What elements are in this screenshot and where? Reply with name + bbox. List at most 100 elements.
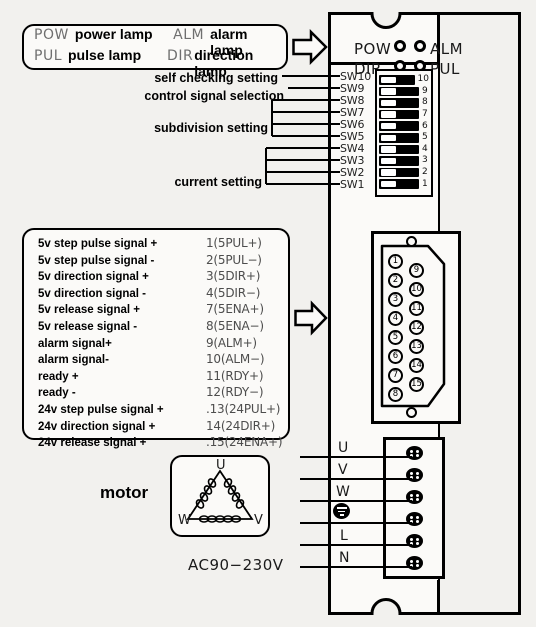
dip-number: 6: [422, 120, 428, 131]
dip-name-sw3: SW3: [340, 154, 365, 167]
dip-name-sw8: SW8: [340, 94, 365, 107]
signal-row: 24v step pulse signal + .13(24PUL+): [38, 402, 288, 419]
terminal-label-u: U: [338, 440, 349, 456]
dip-name-sw9: SW9: [340, 82, 365, 95]
signal-pin: 11(RDY+): [206, 368, 264, 383]
led-label-pow: POW: [354, 40, 392, 58]
connector-pin-10: 10: [409, 282, 424, 297]
dip-number: 10: [417, 74, 429, 85]
signal-pin: 1(5PUL+): [206, 236, 262, 250]
signal-row: 5v direction signal - 4(5DIR−): [38, 286, 288, 303]
led-pow: [394, 40, 406, 52]
dip-slider[interactable]: [379, 133, 419, 143]
connector-pin-6: 6: [388, 349, 403, 364]
signal-pin: 14(24DIR+): [206, 418, 276, 433]
dip-slider[interactable]: [379, 167, 419, 178]
signal-row: ready - 12(RDY−): [38, 385, 288, 402]
signal-name: 24v step pulse signal +: [38, 403, 164, 416]
connector-pin-8: 8: [388, 387, 403, 402]
terminal-label-v: V: [338, 462, 348, 478]
signal-pin: 7(5ENA+): [206, 302, 264, 317]
dip-number: 9: [422, 85, 428, 96]
legend-name: power lamp: [74, 26, 153, 42]
motor-node-w: W: [178, 513, 191, 528]
dip-slider[interactable]: [379, 109, 419, 120]
motor-node-v: V: [254, 513, 263, 528]
signal-pin: .15(24ENA+): [206, 435, 283, 450]
signal-name: ready +: [38, 370, 79, 383]
signal-name: 5v step pulse signal -: [38, 254, 155, 267]
signal-name: alarm signal-: [38, 354, 109, 367]
dip-slider[interactable]: [379, 121, 419, 131]
dip-switch-names: SW10 SW9 SW8 SW7 SW6 SW5 SW4 SW3 SW2 SW1: [340, 70, 374, 196]
db15-connector[interactable]: 1 2 3 4 5 6 7 8 9 10 11 12 13 14 15: [371, 231, 461, 424]
dip-number: 8: [422, 97, 428, 108]
signal-row: 5v release signal + 7(5ENA+): [38, 302, 288, 319]
dip-number: 1: [422, 178, 428, 189]
dip-switch-3[interactable]: 3: [379, 155, 429, 167]
dip-switch-9[interactable]: 9: [379, 86, 429, 98]
legend-to-panel-arrow-icon: [292, 28, 330, 66]
terminal-wiring: U V W L N: [300, 437, 445, 579]
callout-self-checking: self checking setting: [154, 71, 278, 85]
connector-pin-12: 12: [409, 320, 424, 335]
dip-slider[interactable]: [379, 98, 419, 108]
signal-pin: 8(5ENA−): [206, 318, 264, 333]
dip-slider[interactable]: [379, 86, 419, 97]
dip-switch-7[interactable]: 7: [379, 109, 429, 121]
signal-pin: 10(ALM−): [206, 352, 265, 367]
legend-abbr: PUL: [34, 48, 62, 64]
bottom-mounting-tab: [328, 578, 440, 615]
dip-switch-8[interactable]: 8: [379, 97, 429, 109]
dip-switch-4[interactable]: 4: [379, 144, 429, 156]
legend-name: pulse lamp: [68, 47, 142, 63]
signal-row: alarm signal- 10(ALM−): [38, 352, 288, 369]
signal-name: 24v direction signal +: [38, 420, 156, 433]
terminal-label-w: W: [336, 484, 350, 500]
ground-symbol-icon: [333, 503, 350, 519]
dip-switch-6[interactable]: 6: [379, 120, 429, 132]
dip-slider[interactable]: [379, 144, 419, 155]
connector-pin-15: 15: [409, 377, 424, 392]
dip-switch-bank[interactable]: 10 9 8 7 6 5 4 3 2 1: [375, 69, 433, 197]
signal-row: 5v step pulse signal + 1(5PUL+): [38, 236, 288, 253]
dip-slider[interactable]: [379, 75, 415, 85]
dip-name-sw2: SW2: [340, 166, 365, 179]
legend-row-1: POW power lamp ALM alarm lamp: [34, 26, 276, 58]
signal-row: 24v direction signal + 14(24DIR+): [38, 419, 288, 436]
signal-pin: 12(RDY−): [206, 385, 264, 400]
dip-switch-2[interactable]: 2: [379, 167, 429, 179]
connector-pin-13: 13: [409, 339, 424, 354]
connector-pin-14: 14: [409, 358, 424, 373]
dip-switch-5[interactable]: 5: [379, 132, 429, 144]
motor-title: motor: [100, 483, 149, 502]
connector-pin-4: 4: [388, 311, 403, 326]
motor-symbol-box: U W V: [170, 455, 270, 537]
signal-pin: 9(ALM+): [206, 335, 257, 350]
signal-pin: 2(5PUL−): [206, 252, 262, 267]
dip-switch-1[interactable]: 1: [379, 178, 429, 190]
connector-pin-1: 1: [388, 254, 403, 269]
connector-pin-2: 2: [388, 273, 403, 288]
signal-row: ready + 11(RDY+): [38, 369, 288, 386]
signal-name: 5v direction signal -: [38, 287, 146, 300]
dip-name-sw6: SW6: [340, 118, 365, 131]
dip-name-sw10: SW10: [340, 70, 372, 83]
connector-pin-5: 5: [388, 330, 403, 345]
connector-pin-9: 9: [409, 263, 424, 278]
led-alm: [414, 40, 426, 52]
legend-abbr: DIR: [167, 48, 194, 64]
connector-pin-7: 7: [388, 368, 403, 383]
callout-current: current setting: [174, 175, 262, 189]
signal-pin: 4(5DIR−): [206, 285, 261, 300]
dip-switch-10[interactable]: 10: [379, 74, 429, 86]
led-label-pul: PUL: [430, 60, 460, 78]
signal-name: 5v direction signal +: [38, 271, 149, 284]
signal-pin: .13(24PUL+): [206, 401, 281, 416]
legend-abbr: ALM: [173, 27, 205, 43]
signal-list-box: 5v step pulse signal + 1(5PUL+) 5v step …: [22, 228, 290, 449]
dip-number: 4: [422, 143, 428, 154]
callout-subdivision: subdivision setting: [154, 121, 268, 135]
dip-slider[interactable]: [379, 179, 419, 189]
dip-slider[interactable]: [379, 156, 419, 166]
